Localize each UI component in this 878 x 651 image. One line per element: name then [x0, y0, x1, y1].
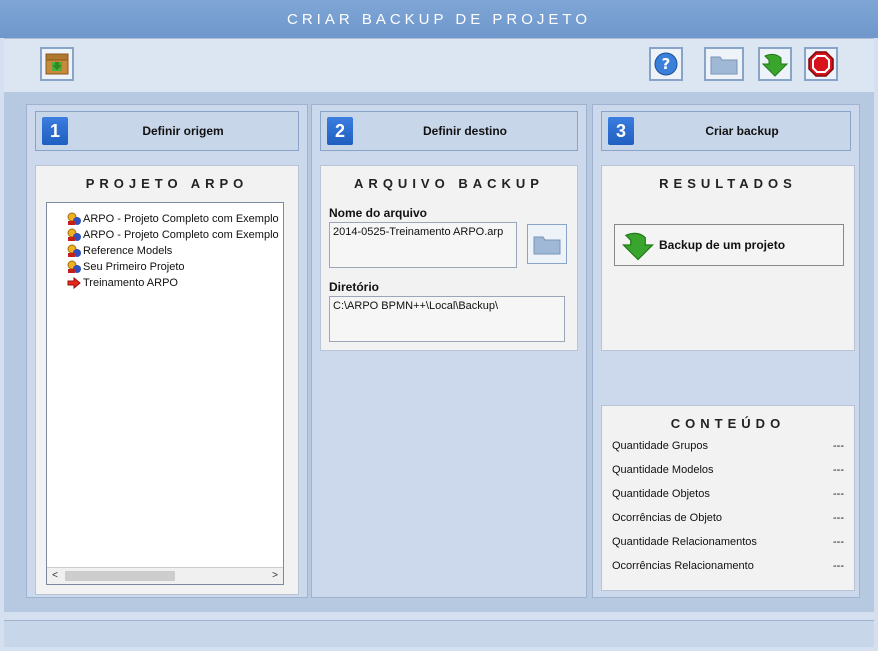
resultados-title: RESULTADOS [659, 176, 797, 191]
tree-item-label: Seu Primeiro Projeto [83, 261, 185, 273]
projeto-title: PROJETO ARPO [85, 176, 249, 191]
step-header-destino: 2 Definir destino [320, 111, 578, 151]
projeto-panel: PROJETO ARPO ARPO - Projeto Completo com… [35, 165, 299, 595]
main-content: 1 Definir origem PROJETO ARPO ARPO - Pro… [4, 92, 874, 612]
save-backup-button[interactable] [758, 47, 792, 81]
help-icon: ? [654, 52, 678, 76]
tree-item-label: Treinamento ARPO [83, 277, 178, 289]
step-number-1: 1 [42, 117, 68, 145]
stat-value: --- [833, 560, 844, 572]
conteudo-panel: CONTEÚDO Quantidade Grupos --- Quantidad… [601, 405, 855, 591]
svg-text:?: ? [662, 55, 671, 73]
stat-value: --- [833, 440, 844, 452]
project-tree[interactable]: ARPO - Projeto Completo com Exemplo ARPO… [46, 202, 284, 585]
column-origem: 1 Definir origem PROJETO ARPO ARPO - Pro… [26, 104, 308, 598]
stat-label: Ocorrências Relacionamento [612, 560, 754, 572]
green-arrow-down-icon [761, 53, 789, 77]
stat-label: Quantidade Relacionamentos [612, 536, 757, 548]
project-icon [67, 260, 81, 273]
stat-label: Quantidade Modelos [612, 464, 714, 476]
green-arrow-down-icon [621, 232, 655, 261]
step-header-backup: 3 Criar backup [601, 111, 851, 151]
step-number-2: 2 [327, 117, 353, 145]
filename-label: Nome do arquivo [329, 206, 428, 220]
tree-item-label: ARPO - Projeto Completo com Exemplo [83, 229, 279, 241]
stat-value: --- [833, 488, 844, 500]
tree-item-project[interactable]: Reference Models [47, 243, 283, 259]
project-icon [67, 212, 81, 225]
step-number-3: 3 [608, 117, 634, 145]
step-label-destino: Definir destino [422, 124, 507, 138]
horizontal-scrollbar[interactable]: < > [47, 567, 283, 584]
scroll-thumb[interactable] [65, 571, 175, 581]
column-backup: 3 Criar backup RESULTADOS Backup de um p… [592, 104, 860, 598]
help-button[interactable]: ? [649, 47, 683, 81]
stat-label: Ocorrências de Objeto [612, 512, 723, 524]
directory-field[interactable]: C:\ARPO BPMN++\Local\Backup\ [329, 296, 565, 342]
browse-folder-button[interactable] [527, 224, 567, 264]
window-title: CRIAR BACKUP DE PROJETO [0, 0, 878, 38]
arquivo-backup-title: ARQUIVO BACKUP [354, 176, 544, 191]
stat-row: Ocorrências Relacionamento --- [612, 556, 844, 576]
step-label-origem: Definir origem [142, 124, 224, 138]
project-icon [67, 228, 81, 241]
stop-button[interactable] [804, 47, 838, 81]
tree-item-project[interactable]: ARPO - Projeto Completo com Exemplo [47, 227, 283, 243]
stat-value: --- [833, 464, 844, 476]
tree-item-label: ARPO - Projeto Completo com Exemplo [83, 213, 279, 225]
tree-item-selected[interactable]: Treinamento ARPO [47, 275, 283, 291]
conteudo-title: CONTEÚDO [670, 416, 786, 431]
stat-label: Quantidade Objetos [612, 488, 710, 500]
resultados-panel: RESULTADOS Backup de um projeto [601, 165, 855, 351]
column-destino: 2 Definir destino ARQUIVO BACKUP Nome do… [311, 104, 587, 598]
directory-label: Diretório [329, 280, 380, 294]
step-header-origem: 1 Definir origem [35, 111, 299, 151]
backup-project-button[interactable]: Backup de um projeto [614, 224, 844, 266]
step-label-backup: Criar backup [705, 124, 779, 138]
tree-item-label: Reference Models [83, 245, 173, 257]
status-bar [4, 620, 874, 647]
folder-icon [533, 236, 561, 255]
open-folder-button[interactable] [704, 47, 744, 81]
stat-row: Quantidade Modelos --- [612, 460, 844, 480]
stat-value: --- [833, 536, 844, 548]
tree-item-project[interactable]: Seu Primeiro Projeto [47, 259, 283, 275]
stop-icon [808, 51, 834, 77]
stat-label: Quantidade Grupos [612, 440, 709, 452]
stat-row: Quantidade Grupos --- [612, 436, 844, 456]
project-icon [67, 244, 81, 257]
stat-row: Quantidade Objetos --- [612, 484, 844, 504]
stat-row: Quantidade Relacionamentos --- [612, 532, 844, 552]
tree-item-project[interactable]: ARPO - Projeto Completo com Exemplo [47, 211, 283, 227]
package-import-icon [45, 53, 69, 75]
filename-field[interactable]: 2014-0525-Treinamento ARPO.arp [329, 222, 517, 268]
arquivo-backup-panel: ARQUIVO BACKUP Nome do arquivo 2014-0525… [320, 165, 578, 351]
stat-row: Ocorrências de Objeto --- [612, 508, 844, 528]
toolbar: ? [4, 38, 874, 93]
scroll-left-button[interactable]: < [47, 568, 63, 584]
import-package-button[interactable] [40, 47, 74, 81]
stat-value: --- [833, 512, 844, 524]
backup-project-label: Backup de um projeto [659, 238, 786, 252]
scroll-right-button[interactable]: > [267, 568, 283, 584]
red-arrow-icon [67, 276, 81, 290]
folder-icon [710, 56, 738, 75]
